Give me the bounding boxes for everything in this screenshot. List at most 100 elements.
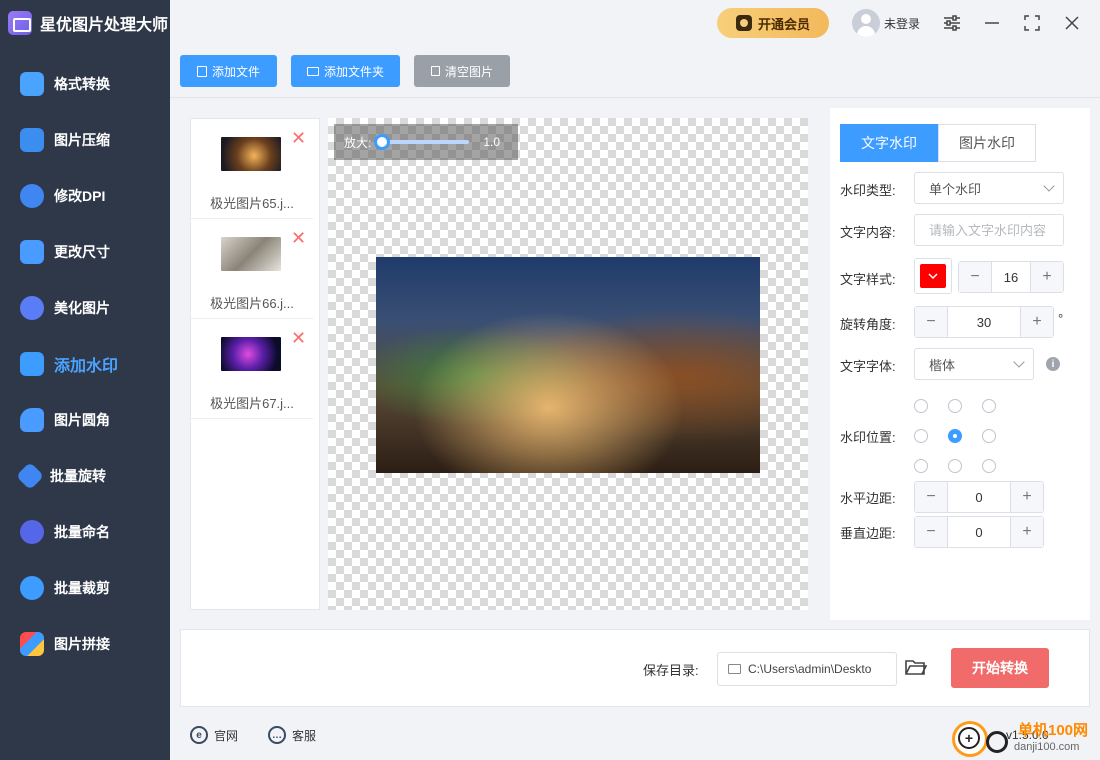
rotate-decrease-button[interactable]: −: [915, 307, 947, 337]
minimize-icon[interactable]: [982, 13, 1002, 33]
sidebar-item-watermark[interactable]: 添加水印: [0, 342, 170, 386]
add-folder-label: 添加文件夹: [323, 64, 384, 79]
close-window-icon[interactable]: [1062, 13, 1082, 33]
sidebar-item-label: 批量命名: [54, 524, 110, 540]
chevron-down-icon: [1013, 356, 1025, 368]
sidebar-item-label: 图片圆角: [54, 412, 110, 428]
text-style-label: 文字样式:: [840, 272, 896, 287]
horizontal-margin-stepper[interactable]: − 0 +: [914, 481, 1044, 513]
website-label: 官网: [214, 728, 239, 743]
sidebar-item-round-corner[interactable]: 图片圆角: [0, 398, 170, 442]
rotate-angle-label: 旋转角度:: [840, 317, 896, 332]
text-color-picker[interactable]: [914, 258, 952, 294]
font-size-increase-button[interactable]: +: [1031, 262, 1063, 292]
user-label: 未登录: [884, 16, 921, 31]
chevron-down-icon: [928, 273, 938, 279]
folder-icon: [306, 66, 319, 76]
vip-label: 开通会员: [757, 16, 810, 32]
output-bar: 保存目录: C:\Users\admin\Deskto 开始转换: [180, 629, 1090, 707]
remove-file-icon[interactable]: ✕: [291, 229, 306, 247]
position-bottom-right-radio[interactable]: [982, 459, 996, 473]
sidebar-item-label: 修改DPI: [54, 188, 106, 204]
watermark-type-select[interactable]: 单个水印: [914, 172, 1064, 204]
avatar: [852, 9, 880, 37]
position-top-left-radio[interactable]: [914, 399, 928, 413]
info-icon[interactable]: i: [1046, 357, 1060, 371]
resize-icon: [20, 240, 44, 264]
sidebar-item-stitch[interactable]: 图片拼接: [0, 622, 170, 666]
list-item[interactable]: ✕ 极光图片67.j...: [191, 319, 313, 419]
trash-icon: [430, 66, 440, 76]
tab-text-watermark[interactable]: 文字水印: [840, 124, 938, 162]
position-middle-left-radio[interactable]: [914, 429, 928, 443]
vip-button[interactable]: 开通会员: [717, 8, 829, 38]
position-middle-right-radio[interactable]: [982, 429, 996, 443]
add-file-button[interactable]: 添加文件: [180, 55, 277, 87]
sidebar-item-resize[interactable]: 更改尺寸: [0, 230, 170, 274]
vertical-margin-stepper[interactable]: − 0 +: [914, 516, 1044, 548]
zoom-slider[interactable]: [373, 134, 470, 150]
sidebar-item-rotate[interactable]: 批量旋转: [0, 454, 170, 498]
h-margin-decrease-button[interactable]: −: [915, 482, 947, 512]
settings-icon[interactable]: [942, 13, 962, 33]
rotate-increase-button[interactable]: +: [1021, 307, 1053, 337]
position-center-radio[interactable]: [948, 429, 962, 443]
font-family-select[interactable]: 楷体: [914, 348, 1034, 380]
list-item[interactable]: ✕ 极光图片66.j...: [191, 219, 313, 319]
file-name: 极光图片65.j...: [210, 196, 294, 211]
position-top-right-radio[interactable]: [982, 399, 996, 413]
sidebar-item-dpi[interactable]: 修改DPI: [0, 174, 170, 218]
h-margin-value[interactable]: 0: [947, 482, 1011, 512]
list-item[interactable]: ✕ 极光图片65.j...: [191, 119, 313, 219]
position-top-center-radio[interactable]: [948, 399, 962, 413]
start-convert-button[interactable]: 开始转换: [951, 648, 1049, 688]
add-file-label: 添加文件: [211, 64, 260, 79]
file-list: ✕ 极光图片65.j... ✕ 极光图片66.j... ✕ 极光图片67.j..…: [190, 118, 320, 610]
clear-images-button[interactable]: 清空图片: [414, 55, 510, 87]
remove-file-icon[interactable]: ✕: [291, 329, 306, 347]
font-size-stepper[interactable]: − 16 +: [958, 261, 1064, 293]
sidebar-item-label: 批量裁剪: [54, 580, 110, 596]
position-bottom-left-radio[interactable]: [914, 459, 928, 473]
watermark-type-label: 水印类型:: [840, 183, 896, 198]
sidebar-item-compress[interactable]: 图片压缩: [0, 118, 170, 162]
text-content-input[interactable]: [914, 214, 1064, 246]
zoom-slider-handle[interactable]: [373, 134, 390, 150]
v-margin-increase-button[interactable]: +: [1011, 517, 1043, 547]
rotate-angle-stepper[interactable]: − 30 +: [914, 306, 1054, 338]
browse-folder-icon[interactable]: [905, 658, 928, 676]
chevron-down-icon: [1043, 180, 1055, 192]
remove-file-icon[interactable]: ✕: [291, 129, 306, 147]
sidebar-item-format-convert[interactable]: 格式转换: [0, 62, 170, 106]
font-family-value: 楷体: [929, 357, 956, 373]
v-margin-decrease-button[interactable]: −: [915, 517, 947, 547]
position-bottom-center-radio[interactable]: [948, 459, 962, 473]
compress-icon: [20, 128, 44, 152]
sidebar-item-crop[interactable]: 批量裁剪: [0, 566, 170, 610]
sidebar-item-label: 格式转换: [54, 76, 110, 92]
add-folder-button[interactable]: 添加文件夹: [291, 55, 400, 87]
save-path-field[interactable]: C:\Users\admin\Deskto: [717, 652, 897, 686]
zoom-value: 1.0: [483, 135, 501, 149]
support-link[interactable]: … 客服: [268, 726, 316, 744]
zoom-control: 放大: 1.0: [334, 124, 518, 160]
h-margin-increase-button[interactable]: +: [1011, 482, 1043, 512]
tab-image-watermark[interactable]: 图片水印: [938, 124, 1036, 162]
sidebar-item-rename[interactable]: 批量命名: [0, 510, 170, 554]
font-size-value[interactable]: 16: [991, 262, 1031, 292]
watermark-position-label: 水印位置:: [840, 430, 896, 445]
website-link[interactable]: e 官网: [190, 726, 238, 744]
sidebar-item-label: 更改尺寸: [54, 244, 110, 260]
maximize-icon[interactable]: [1022, 13, 1042, 33]
rotate-angle-value[interactable]: 30: [947, 307, 1021, 337]
user-login[interactable]: 未登录: [852, 9, 920, 37]
file-thumbnail: [221, 137, 281, 171]
font-size-decrease-button[interactable]: −: [959, 262, 991, 292]
degree-symbol: °: [1058, 311, 1064, 326]
chat-icon: …: [268, 726, 286, 744]
sidebar: 星优图片处理大师 格式转换 图片压缩 修改DPI 更改尺寸 美化图片 添加水印 …: [0, 0, 170, 760]
preview-image: [376, 257, 760, 473]
sidebar-item-beautify[interactable]: 美化图片: [0, 286, 170, 330]
v-margin-value[interactable]: 0: [947, 517, 1011, 547]
support-label: 客服: [292, 728, 317, 743]
